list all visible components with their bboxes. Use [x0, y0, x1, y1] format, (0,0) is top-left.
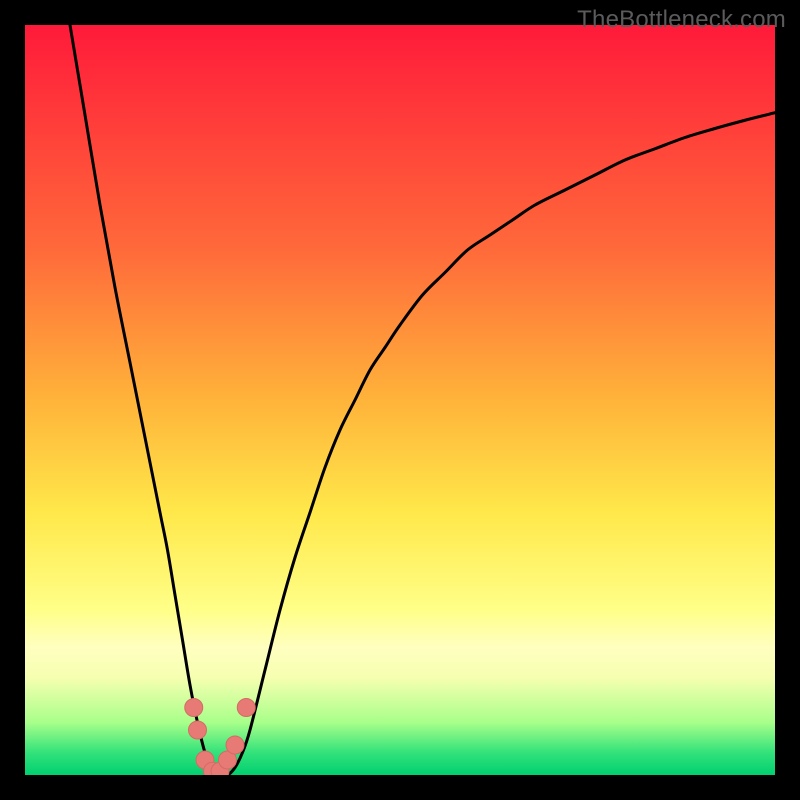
chart-frame: TheBottleneck.com — [0, 0, 800, 800]
curve-marker — [237, 699, 255, 717]
curve-markers — [185, 699, 256, 776]
curve-marker — [189, 721, 207, 739]
curve-marker — [226, 736, 244, 754]
bottleneck-curve — [70, 25, 775, 775]
plot-area — [25, 25, 775, 775]
curve-marker — [185, 699, 203, 717]
curve-layer — [25, 25, 775, 775]
watermark-text: TheBottleneck.com — [577, 6, 786, 34]
